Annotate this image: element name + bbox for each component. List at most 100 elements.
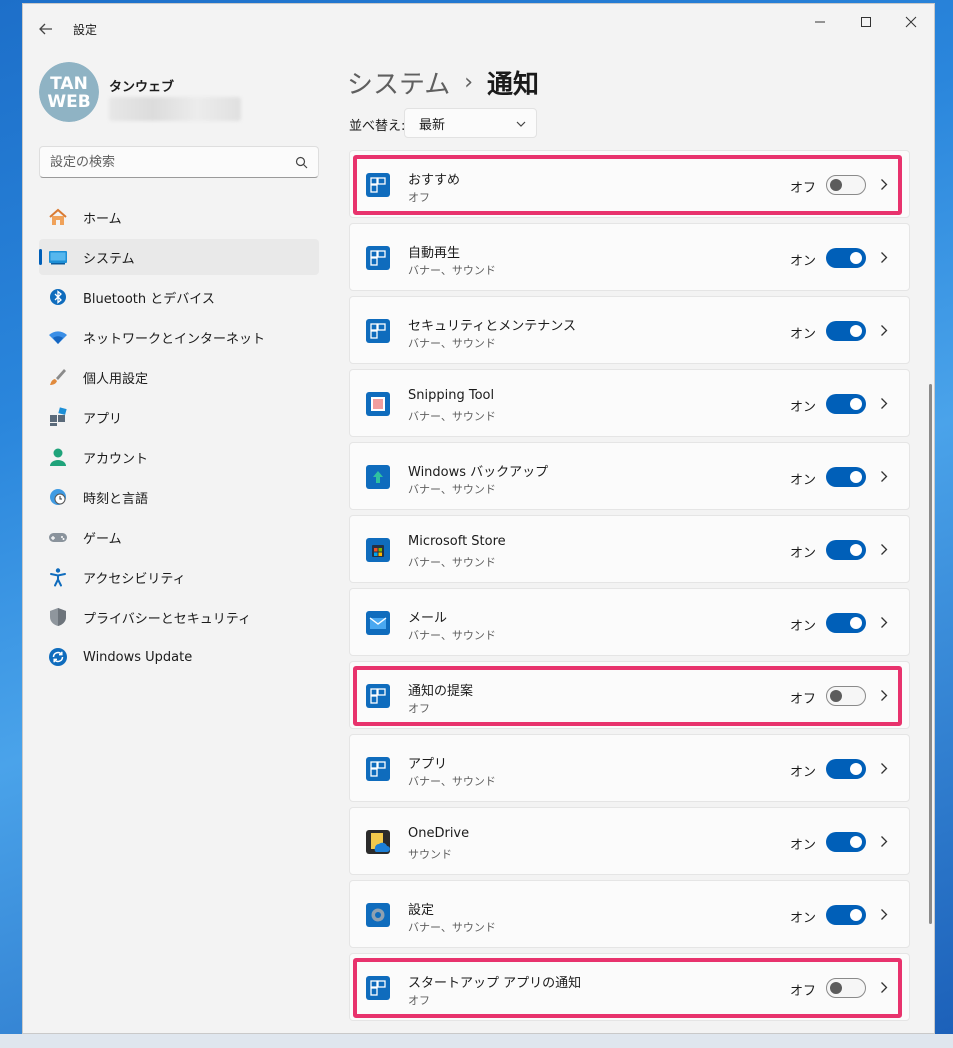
page-title: 通知 bbox=[487, 69, 540, 100]
chevron-right-icon[interactable] bbox=[880, 324, 888, 341]
row-subtitle: バナー、サウンド bbox=[408, 337, 496, 350]
sidebar-item-network[interactable]: ネットワークとインターネット bbox=[39, 319, 319, 355]
app-title: 設定 bbox=[73, 23, 98, 37]
breadcrumb-parent-link[interactable]: システム bbox=[347, 64, 450, 101]
row-subtitle: バナー、サウンド bbox=[408, 410, 496, 423]
maximize-button[interactable] bbox=[851, 12, 881, 32]
notification-toggle[interactable] bbox=[826, 978, 866, 998]
notification-row[interactable]: アプリ バナー、サウンド オン bbox=[349, 734, 910, 802]
toggle-knob bbox=[850, 471, 862, 483]
wifi-icon bbox=[48, 327, 68, 347]
onedrive-icon bbox=[366, 830, 390, 854]
toggle-state-label: オフ bbox=[790, 984, 817, 999]
notification-toggle[interactable] bbox=[826, 540, 866, 560]
sidebar-item-apps[interactable]: アプリ bbox=[39, 399, 319, 435]
sidebar-item-label: プライバシーとセキュリティ bbox=[83, 611, 251, 627]
sidebar-item-windows-update[interactable]: Windows Update bbox=[39, 639, 319, 675]
notification-toggle[interactable] bbox=[826, 467, 866, 487]
close-button[interactable] bbox=[896, 12, 926, 32]
toggle-state-label: オン bbox=[790, 473, 817, 488]
backup-icon bbox=[366, 465, 390, 489]
notification-row[interactable]: 通知の提案 オフ オフ bbox=[349, 661, 910, 729]
chevron-right-icon[interactable] bbox=[880, 178, 888, 195]
sidebar-item-personalization[interactable]: 個人用設定 bbox=[39, 359, 319, 395]
toggle-state-label: オン bbox=[790, 838, 817, 853]
chevron-right-icon[interactable] bbox=[880, 835, 888, 852]
chevron-right-icon[interactable] bbox=[880, 762, 888, 779]
chevron-right-icon[interactable] bbox=[880, 543, 888, 560]
toggle-knob bbox=[850, 617, 862, 629]
toggle-knob bbox=[850, 252, 862, 264]
chevron-right-icon[interactable] bbox=[880, 616, 888, 633]
sort-dropdown[interactable]: 最新 bbox=[404, 108, 537, 138]
sidebar-item-home[interactable]: ホーム bbox=[39, 199, 319, 235]
sidebar-item-label: 個人用設定 bbox=[83, 371, 149, 387]
toggle-state-label: オン bbox=[790, 327, 817, 342]
notification-toggle[interactable] bbox=[826, 686, 866, 706]
sidebar-item-system[interactable]: システム bbox=[39, 239, 319, 275]
notification-row[interactable]: セキュリティとメンテナンス バナー、サウンド オン bbox=[349, 296, 910, 364]
settings-window: 設定 TAN WEB タンウェブ ホーム bbox=[22, 3, 935, 1034]
app-tile-icon bbox=[366, 976, 390, 1000]
profile-name: タンウェブ bbox=[109, 80, 175, 95]
settings-search-box[interactable] bbox=[39, 146, 319, 178]
notification-row[interactable]: スタートアップ アプリの通知 オフ オフ bbox=[349, 953, 910, 1021]
logo-text-top: TAN bbox=[50, 74, 88, 94]
row-title: アプリ bbox=[408, 757, 448, 772]
sidebar-item-label: ゲーム bbox=[83, 531, 122, 547]
sidebar-item-accounts[interactable]: アカウント bbox=[39, 439, 319, 475]
toggle-state-label: オン bbox=[790, 546, 817, 561]
sidebar-item-privacy[interactable]: プライバシーとセキュリティ bbox=[39, 599, 319, 635]
chevron-right-icon[interactable] bbox=[880, 251, 888, 268]
back-arrow-icon[interactable] bbox=[37, 20, 55, 38]
settings-gear-icon bbox=[366, 903, 390, 927]
search-input[interactable] bbox=[40, 147, 270, 177]
toggle-knob bbox=[850, 909, 862, 921]
sidebar-item-label: Bluetooth とデバイス bbox=[83, 291, 215, 307]
sidebar-item-accessibility[interactable]: アクセシビリティ bbox=[39, 559, 319, 595]
row-subtitle: バナー、サウンド bbox=[408, 921, 496, 934]
notification-toggle[interactable] bbox=[826, 905, 866, 925]
chevron-right-icon[interactable] bbox=[880, 397, 888, 414]
sidebar-item-bluetooth[interactable]: Bluetooth とデバイス bbox=[39, 279, 319, 315]
chevron-right-icon[interactable] bbox=[880, 470, 888, 487]
chevron-right-icon[interactable] bbox=[880, 908, 888, 925]
toggle-state-label: オン bbox=[790, 911, 817, 926]
notification-row[interactable]: おすすめ オフ オフ bbox=[349, 150, 910, 218]
chevron-right-icon[interactable] bbox=[880, 689, 888, 706]
sidebar-item-time-language[interactable]: 時刻と言語 bbox=[39, 479, 319, 515]
notification-toggle[interactable] bbox=[826, 248, 866, 268]
sidebar-item-label: アカウント bbox=[83, 451, 149, 467]
logo-text-bottom: WEB bbox=[47, 92, 90, 112]
notification-toggle[interactable] bbox=[826, 759, 866, 779]
profile-avatar[interactable]: TAN WEB bbox=[39, 62, 99, 122]
row-subtitle: バナー、サウンド bbox=[408, 483, 496, 496]
breadcrumb: システム › 通知 bbox=[347, 62, 539, 102]
toggle-knob bbox=[830, 179, 842, 191]
notification-toggle[interactable] bbox=[826, 175, 866, 195]
notification-row[interactable]: 設定 バナー、サウンド オン bbox=[349, 880, 910, 948]
notification-toggle[interactable] bbox=[826, 321, 866, 341]
notification-row[interactable]: Snipping Tool バナー、サウンド オン bbox=[349, 369, 910, 437]
notification-row[interactable]: Windows バックアップ バナー、サウンド オン bbox=[349, 442, 910, 510]
notification-row[interactable]: Microsoft Store バナー、サウンド オン bbox=[349, 515, 910, 583]
notification-row[interactable]: 自動再生 バナー、サウンド オン bbox=[349, 223, 910, 291]
notification-toggle[interactable] bbox=[826, 613, 866, 633]
sidebar-item-gaming[interactable]: ゲーム bbox=[39, 519, 319, 555]
toggle-state-label: オン bbox=[790, 400, 817, 415]
row-subtitle: バナー、サウンド bbox=[408, 264, 496, 277]
sidebar-item-label: アプリ bbox=[83, 411, 123, 427]
notification-toggle[interactable] bbox=[826, 832, 866, 852]
row-title: セキュリティとメンテナンス bbox=[408, 319, 576, 334]
sidebar-item-label: 時刻と言語 bbox=[83, 491, 149, 507]
row-subtitle: サウンド bbox=[408, 848, 452, 861]
scrollbar[interactable] bbox=[929, 384, 932, 924]
search-icon[interactable] bbox=[295, 156, 308, 173]
notification-row[interactable]: メール バナー、サウンド オン bbox=[349, 588, 910, 656]
row-title: OneDrive bbox=[408, 826, 470, 841]
notification-toggle[interactable] bbox=[826, 394, 866, 414]
minimize-button[interactable] bbox=[805, 12, 835, 32]
chevron-right-icon[interactable] bbox=[880, 981, 888, 998]
bluetooth-icon bbox=[48, 287, 68, 307]
notification-row[interactable]: OneDrive サウンド オン bbox=[349, 807, 910, 875]
